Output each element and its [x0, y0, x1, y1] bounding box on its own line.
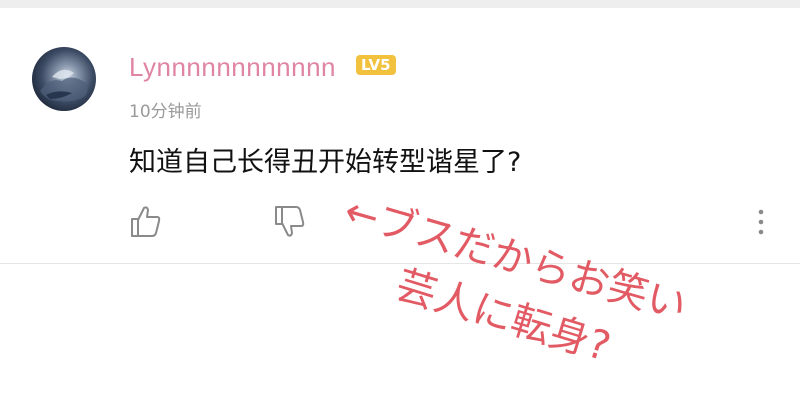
avatar-image	[40, 69, 88, 102]
like-button[interactable]	[128, 203, 162, 239]
comment-text: 知道自己长得丑开始转型谐星了?	[129, 147, 522, 178]
thumbs-up-icon	[131, 206, 161, 237]
level-badge: LV5	[356, 55, 396, 75]
username[interactable]: Lynnnnnnnnnnnn	[129, 52, 336, 82]
timestamp: 10分钟前	[129, 102, 202, 122]
thumbs-down-icon	[275, 206, 305, 237]
top-separator-strip	[0, 0, 800, 8]
dislike-button[interactable]	[272, 204, 306, 240]
more-vertical-icon	[758, 209, 764, 235]
comment-divider	[0, 263, 800, 264]
avatar[interactable]	[32, 47, 96, 111]
more-options-button[interactable]	[752, 206, 770, 238]
